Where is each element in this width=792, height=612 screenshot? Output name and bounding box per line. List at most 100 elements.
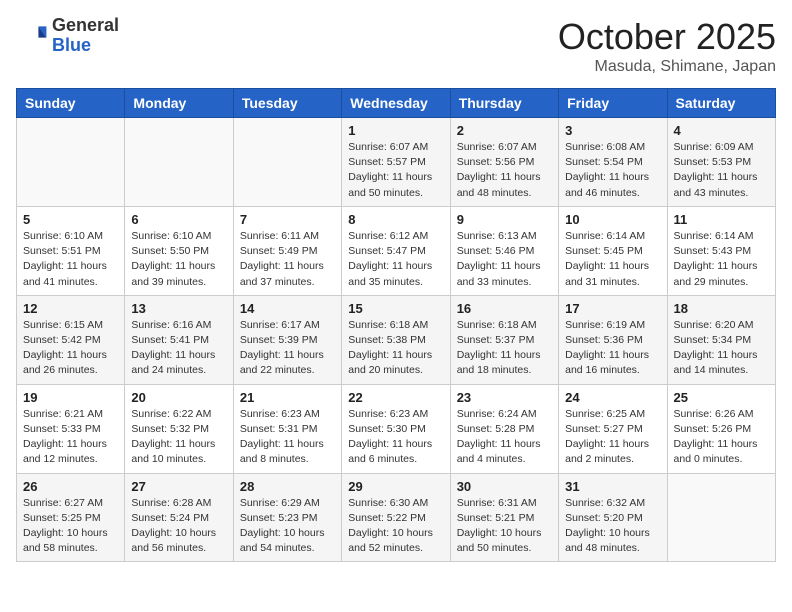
day-cell: 23 Sunrise: 6:24 AM Sunset: 5:28 PM Dayli… <box>450 384 558 473</box>
logo-icon <box>16 20 48 52</box>
day-number: 6 <box>131 212 226 227</box>
day-cell: 27 Sunrise: 6:28 AM Sunset: 5:24 PM Dayli… <box>125 473 233 562</box>
day-number: 10 <box>565 212 660 227</box>
day-number: 31 <box>565 479 660 494</box>
day-number: 7 <box>240 212 335 227</box>
weekday-header-tuesday: Tuesday <box>233 89 341 118</box>
day-cell: 4 Sunrise: 6:09 AM Sunset: 5:53 PM Daylig… <box>667 118 775 207</box>
day-info: Sunrise: 6:08 AM Sunset: 5:54 PM Dayligh… <box>565 140 660 201</box>
day-number: 15 <box>348 301 443 316</box>
day-info: Sunrise: 6:23 AM Sunset: 5:31 PM Dayligh… <box>240 407 335 468</box>
day-cell: 16Sunrise: 6:18 AM Sunset: 5:37 PM Dayli… <box>450 295 558 384</box>
day-info: Sunrise: 6:28 AM Sunset: 5:24 PM Dayligh… <box>131 496 226 557</box>
day-cell: 10 Sunrise: 6:14 AM Sunset: 5:45 PM Dayli… <box>559 206 667 295</box>
day-number: 28 <box>240 479 335 494</box>
day-cell: 2 Sunrise: 6:07 AM Sunset: 5:56 PM Daylig… <box>450 118 558 207</box>
day-info: Sunrise: 6:18 AM Sunset: 5:38 PM Dayligh… <box>348 318 443 379</box>
week-row-1: 1 Sunrise: 6:07 AM Sunset: 5:57 PM Daylig… <box>17 118 776 207</box>
day-number: 1 <box>348 123 443 138</box>
day-cell: 5 Sunrise: 6:10 AM Sunset: 5:51 PM Daylig… <box>17 206 125 295</box>
day-cell: 9Sunrise: 6:13 AM Sunset: 5:46 PM Daylig… <box>450 206 558 295</box>
day-cell: 11Sunrise: 6:14 AM Sunset: 5:43 PM Dayli… <box>667 206 775 295</box>
weekday-header-saturday: Saturday <box>667 89 775 118</box>
day-cell <box>17 118 125 207</box>
day-number: 23 <box>457 390 552 405</box>
day-number: 8 <box>348 212 443 227</box>
day-cell: 7 Sunrise: 6:11 AM Sunset: 5:49 PM Daylig… <box>233 206 341 295</box>
day-info: Sunrise: 6:27 AM Sunset: 5:25 PM Dayligh… <box>23 496 118 557</box>
day-info: Sunrise: 6:21 AM Sunset: 5:33 PM Dayligh… <box>23 407 118 468</box>
weekday-header-friday: Friday <box>559 89 667 118</box>
day-info: Sunrise: 6:22 AM Sunset: 5:32 PM Dayligh… <box>131 407 226 468</box>
day-cell: 24Sunrise: 6:25 AM Sunset: 5:27 PM Dayli… <box>559 384 667 473</box>
day-cell: 20 Sunrise: 6:22 AM Sunset: 5:32 PM Dayli… <box>125 384 233 473</box>
day-number: 2 <box>457 123 552 138</box>
logo-blue-text: Blue <box>52 35 91 55</box>
weekday-header-thursday: Thursday <box>450 89 558 118</box>
calendar-table: SundayMondayTuesdayWednesdayThursdayFrid… <box>16 88 776 562</box>
day-cell: 6 Sunrise: 6:10 AM Sunset: 5:50 PM Daylig… <box>125 206 233 295</box>
week-row-5: 26 Sunrise: 6:27 AM Sunset: 5:25 PM Dayli… <box>17 473 776 562</box>
day-number: 5 <box>23 212 118 227</box>
day-number: 3 <box>565 123 660 138</box>
day-cell: 19 Sunrise: 6:21 AM Sunset: 5:33 PM Dayli… <box>17 384 125 473</box>
day-info: Sunrise: 6:19 AM Sunset: 5:36 PM Dayligh… <box>565 318 660 379</box>
day-number: 20 <box>131 390 226 405</box>
day-info: Sunrise: 6:32 AM Sunset: 5:20 PM Dayligh… <box>565 496 660 557</box>
day-number: 29 <box>348 479 443 494</box>
day-info: Sunrise: 6:31 AM Sunset: 5:21 PM Dayligh… <box>457 496 552 557</box>
day-info: Sunrise: 6:14 AM Sunset: 5:43 PM Dayligh… <box>674 229 769 290</box>
month-title: October 2025 <box>558 16 776 58</box>
day-number: 22 <box>348 390 443 405</box>
day-info: Sunrise: 6:29 AM Sunset: 5:23 PM Dayligh… <box>240 496 335 557</box>
day-cell <box>667 473 775 562</box>
day-cell: 14 Sunrise: 6:17 AM Sunset: 5:39 PM Dayli… <box>233 295 341 384</box>
day-info: Sunrise: 6:11 AM Sunset: 5:49 PM Dayligh… <box>240 229 335 290</box>
day-info: Sunrise: 6:10 AM Sunset: 5:51 PM Dayligh… <box>23 229 118 290</box>
day-cell: 29Sunrise: 6:30 AM Sunset: 5:22 PM Dayli… <box>342 473 450 562</box>
day-cell: 18Sunrise: 6:20 AM Sunset: 5:34 PM Dayli… <box>667 295 775 384</box>
day-info: Sunrise: 6:07 AM Sunset: 5:56 PM Dayligh… <box>457 140 552 201</box>
day-number: 9 <box>457 212 552 227</box>
day-info: Sunrise: 6:17 AM Sunset: 5:39 PM Dayligh… <box>240 318 335 379</box>
day-info: Sunrise: 6:07 AM Sunset: 5:57 PM Dayligh… <box>348 140 443 201</box>
day-info: Sunrise: 6:10 AM Sunset: 5:50 PM Dayligh… <box>131 229 226 290</box>
day-number: 19 <box>23 390 118 405</box>
day-cell: 26 Sunrise: 6:27 AM Sunset: 5:25 PM Dayli… <box>17 473 125 562</box>
day-number: 12 <box>23 301 118 316</box>
day-cell: 12Sunrise: 6:15 AM Sunset: 5:42 PM Dayli… <box>17 295 125 384</box>
day-number: 21 <box>240 390 335 405</box>
day-cell: 8 Sunrise: 6:12 AM Sunset: 5:47 PM Daylig… <box>342 206 450 295</box>
day-number: 14 <box>240 301 335 316</box>
day-cell: 15 Sunrise: 6:18 AM Sunset: 5:38 PM Dayli… <box>342 295 450 384</box>
day-cell: 31 Sunrise: 6:32 AM Sunset: 5:20 PM Dayli… <box>559 473 667 562</box>
day-number: 17 <box>565 301 660 316</box>
day-number: 30 <box>457 479 552 494</box>
day-cell: 13 Sunrise: 6:16 AM Sunset: 5:41 PM Dayli… <box>125 295 233 384</box>
day-info: Sunrise: 6:24 AM Sunset: 5:28 PM Dayligh… <box>457 407 552 468</box>
day-info: Sunrise: 6:09 AM Sunset: 5:53 PM Dayligh… <box>674 140 769 201</box>
logo: General Blue <box>16 16 119 56</box>
title-block: October 2025 Masuda, Shimane, Japan <box>558 16 776 76</box>
location-title: Masuda, Shimane, Japan <box>558 58 776 76</box>
day-info: Sunrise: 6:18 AM Sunset: 5:37 PM Dayligh… <box>457 318 552 379</box>
day-number: 27 <box>131 479 226 494</box>
day-info: Sunrise: 6:12 AM Sunset: 5:47 PM Dayligh… <box>348 229 443 290</box>
day-cell: 28 Sunrise: 6:29 AM Sunset: 5:23 PM Dayli… <box>233 473 341 562</box>
day-cell <box>125 118 233 207</box>
weekday-header-sunday: Sunday <box>17 89 125 118</box>
day-number: 24 <box>565 390 660 405</box>
day-number: 4 <box>674 123 769 138</box>
day-info: Sunrise: 6:14 AM Sunset: 5:45 PM Dayligh… <box>565 229 660 290</box>
day-cell: 25Sunrise: 6:26 AM Sunset: 5:26 PM Dayli… <box>667 384 775 473</box>
day-number: 18 <box>674 301 769 316</box>
day-info: Sunrise: 6:26 AM Sunset: 5:26 PM Dayligh… <box>674 407 769 468</box>
week-row-3: 12Sunrise: 6:15 AM Sunset: 5:42 PM Dayli… <box>17 295 776 384</box>
day-cell <box>233 118 341 207</box>
weekday-header-wednesday: Wednesday <box>342 89 450 118</box>
day-info: Sunrise: 6:16 AM Sunset: 5:41 PM Dayligh… <box>131 318 226 379</box>
day-number: 26 <box>23 479 118 494</box>
day-number: 13 <box>131 301 226 316</box>
week-row-2: 5 Sunrise: 6:10 AM Sunset: 5:51 PM Daylig… <box>17 206 776 295</box>
day-cell: 21 Sunrise: 6:23 AM Sunset: 5:31 PM Dayli… <box>233 384 341 473</box>
